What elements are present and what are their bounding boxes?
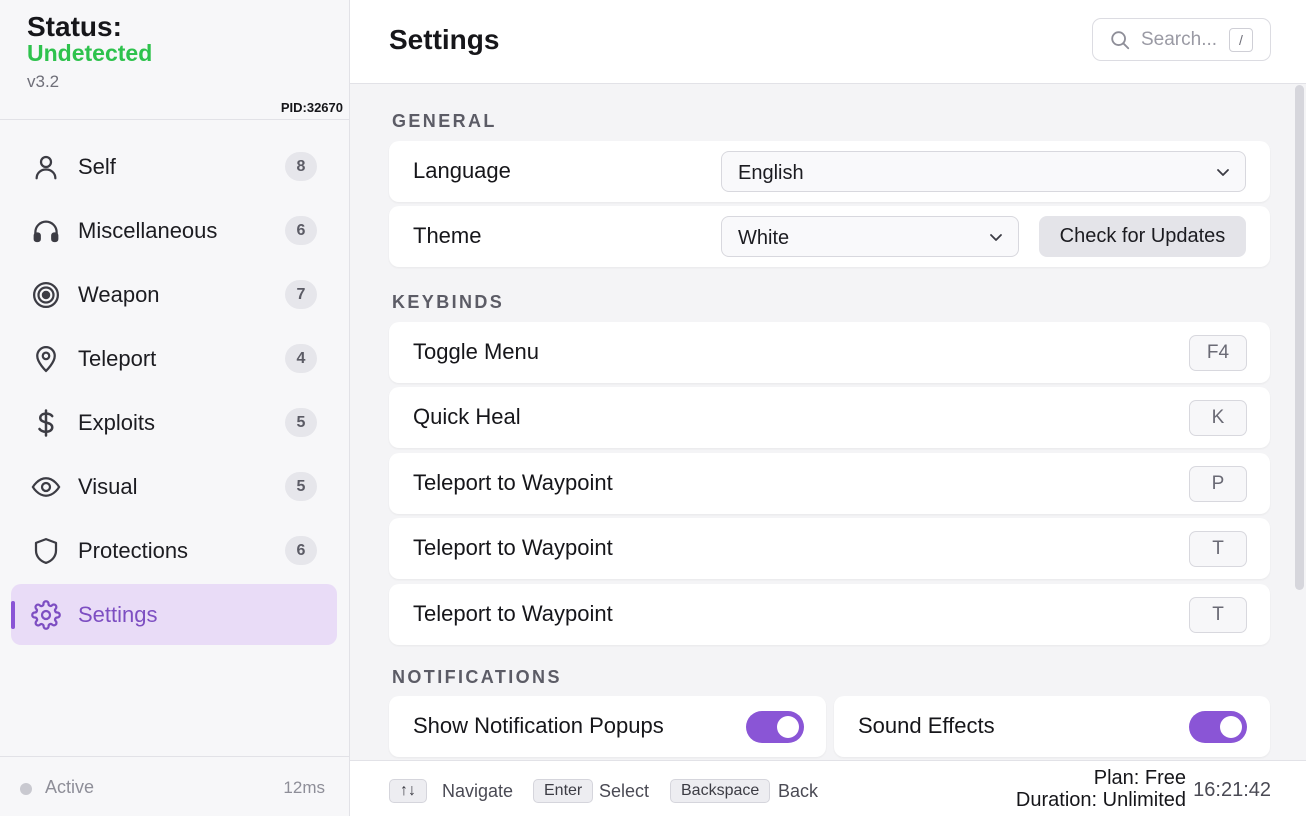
count-badge: 5: [285, 472, 317, 501]
page-title: Settings: [389, 24, 500, 55]
header: Settings /: [350, 0, 1306, 84]
connection-status: Active: [45, 777, 95, 797]
search-box[interactable]: /: [1092, 18, 1271, 61]
popups-toggle[interactable]: [746, 711, 804, 743]
setting-label: Sound Effects: [858, 713, 995, 738]
chevron-down-icon: [1215, 164, 1231, 180]
headphones-icon: [31, 216, 61, 246]
count-badge: 7: [285, 280, 317, 309]
clock: 16:21:42: [1193, 779, 1271, 801]
app-window: Status: Undetected v3.2 PID:32670 Self 8…: [0, 0, 1306, 816]
sidebar-item-label: Exploits: [78, 409, 156, 435]
select-value: English: [738, 162, 804, 184]
sidebar-item-self[interactable]: Self 8: [11, 136, 337, 197]
keybind-key[interactable]: K: [1189, 400, 1247, 436]
sidebar-footer: Active 12ms: [0, 756, 349, 816]
keybind-label: Toggle Menu: [413, 339, 539, 364]
hint-key-navigate: ↑↓: [389, 779, 427, 803]
main-panel: Settings / GENERAL Language English: [350, 0, 1306, 816]
sidebar-item-label: Miscellaneous: [78, 217, 218, 243]
count-badge: 6: [285, 216, 317, 245]
setting-label: Show Notification Popups: [413, 713, 664, 738]
sidebar-item-label: Teleport: [78, 345, 157, 371]
settings-content: GENERAL Language English Theme White Che…: [350, 84, 1306, 760]
sidebar-item-visual[interactable]: Visual 5: [11, 456, 337, 517]
scrollbar-thumb[interactable]: [1295, 85, 1304, 590]
sidebar-item-label: Weapon: [78, 281, 160, 307]
duration-label: Duration: Unlimited: [1015, 789, 1186, 811]
count-badge: 6: [285, 536, 317, 565]
status-label: Status:: [27, 11, 122, 42]
notification-row-sound: Sound Effects: [834, 696, 1270, 757]
check-for-updates-button[interactable]: Check for Updates: [1039, 216, 1246, 257]
sidebar-item-label: Self: [78, 153, 116, 179]
hint-text-select: Select: [599, 781, 650, 801]
status-dot: [20, 783, 32, 795]
sidebar: Status: Undetected v3.2 PID:32670 Self 8…: [0, 0, 350, 816]
sidebar-item-label: Settings: [78, 601, 158, 627]
count-badge: 5: [285, 408, 317, 437]
sidebar-item-protections[interactable]: Protections 6: [11, 520, 337, 581]
setting-label: Theme: [413, 223, 482, 248]
count-badge: 8: [285, 152, 317, 181]
theme-select[interactable]: White: [721, 216, 1019, 257]
keybind-key[interactable]: P: [1189, 466, 1247, 502]
keybind-label: Teleport to Waypoint: [413, 535, 613, 560]
sidebar-item-miscellaneous[interactable]: Miscellaneous 6: [11, 200, 337, 261]
sidebar-item-label: Visual: [78, 473, 138, 499]
eye-icon: [31, 472, 61, 502]
search-shortcut-key: /: [1229, 28, 1253, 52]
hint-text-back: Back: [778, 781, 819, 801]
keybind-label: Teleport to Waypoint: [413, 470, 613, 495]
user-icon: [31, 152, 61, 182]
keybind-row[interactable]: Teleport to Waypoint T: [389, 518, 1270, 579]
shield-icon: [31, 536, 61, 566]
keybind-row[interactable]: Toggle Menu F4: [389, 322, 1270, 383]
plan-label: Plan: Free: [1093, 767, 1186, 789]
section-title-general: GENERAL: [392, 111, 497, 131]
status-value: Undetected: [27, 40, 153, 66]
hint-key-select: Enter: [533, 779, 594, 803]
setting-label: Language: [413, 158, 511, 183]
setting-row-language: Language English: [389, 141, 1270, 202]
sidebar-item-weapon[interactable]: Weapon 7: [11, 264, 337, 325]
plan-info: Plan: Free Duration: Unlimited: [1016, 767, 1186, 811]
gear-icon: [31, 600, 61, 630]
chevron-down-icon: [988, 229, 1004, 245]
keybind-key[interactable]: T: [1189, 531, 1247, 567]
ping-label: 12ms: [283, 778, 325, 797]
section-title-notifications: NOTIFICATIONS: [392, 667, 562, 687]
status-panel: Status: Undetected v3.2 PID:32670: [0, 0, 349, 120]
sound-effects-toggle[interactable]: [1189, 711, 1247, 743]
sidebar-item-exploits[interactable]: Exploits 5: [11, 392, 337, 453]
count-badge: 4: [285, 344, 317, 373]
sidebar-item-label: Protections: [78, 537, 189, 563]
hint-text-navigate: Navigate: [442, 781, 514, 801]
keybind-row[interactable]: Quick Heal K: [389, 387, 1270, 448]
sidebar-item-settings[interactable]: Settings: [11, 584, 337, 645]
section-title-keybinds: KEYBINDS: [392, 292, 505, 312]
keybind-row[interactable]: Teleport to Waypoint P: [389, 453, 1270, 514]
select-value: White: [738, 227, 790, 249]
language-select[interactable]: English: [721, 151, 1246, 192]
version-label: v3.2: [27, 72, 60, 91]
setting-row-theme: Theme White Check for Updates: [389, 206, 1270, 267]
keybind-label: Teleport to Waypoint: [413, 601, 613, 626]
sidebar-nav: Self 8 Miscellaneous 6 Weapon 7 Teleport…: [11, 136, 337, 648]
notification-row-popups: Show Notification Popups: [389, 696, 826, 757]
keybind-key[interactable]: T: [1189, 597, 1247, 633]
target-icon: [31, 280, 61, 310]
map-pin-icon: [31, 344, 61, 374]
hint-key-back: Backspace: [670, 779, 771, 803]
dollar-icon: [31, 408, 61, 438]
sidebar-item-teleport[interactable]: Teleport 4: [11, 328, 337, 389]
search-icon: [1109, 29, 1131, 51]
pid-label: PID:32670: [280, 100, 343, 115]
keybind-label: Quick Heal: [413, 404, 521, 429]
search-input[interactable]: [1141, 27, 1225, 53]
footer-bar: ↑↓ Navigate Enter Select Backspace Back …: [350, 760, 1306, 816]
keybind-key[interactable]: F4: [1189, 335, 1247, 371]
keybind-row[interactable]: Teleport to Waypoint T: [389, 584, 1270, 645]
